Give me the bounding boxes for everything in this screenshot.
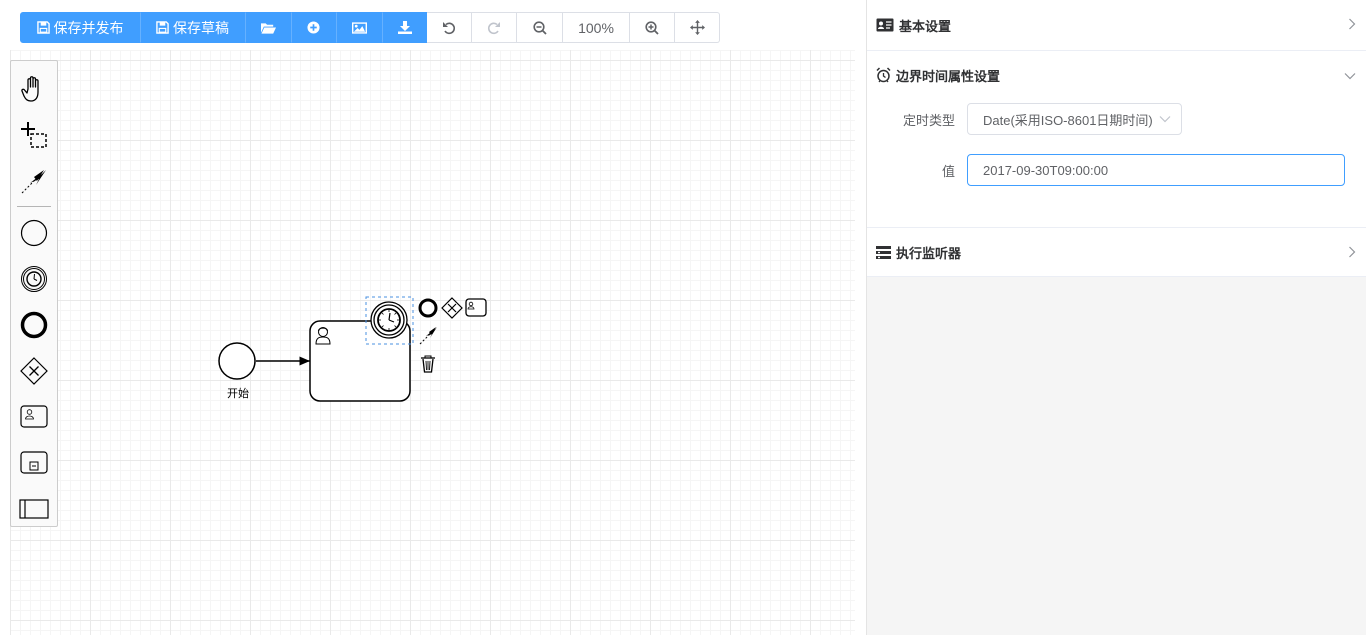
- save-draft-label: 保存草稿: [173, 19, 229, 36]
- create-intermediate-event[interactable]: [11, 259, 57, 299]
- boundary-timer-section: 边界时间属性设置 定时类型 Date(采用ISO-8601日期时间) 值: [867, 51, 1366, 228]
- append-task-icon[interactable]: [465, 298, 487, 317]
- open-file-button[interactable]: [245, 12, 291, 43]
- timer-type-row: 定时类型 Date(采用ISO-8601日期时间): [867, 103, 1366, 135]
- start-event-icon: [20, 219, 48, 247]
- context-pad: [418, 297, 487, 373]
- create-subprocess[interactable]: [11, 443, 57, 483]
- append-end-event-icon[interactable]: [418, 298, 438, 318]
- move-arrows-icon: [689, 20, 705, 35]
- image-icon: [351, 21, 367, 34]
- zoom-out-icon: [532, 20, 547, 35]
- fit-viewport-button[interactable]: [675, 12, 720, 43]
- chevron-down-icon: [1344, 73, 1356, 80]
- execution-listener-section: 执行监听器: [867, 228, 1366, 277]
- user-task-icon: [20, 405, 48, 428]
- redo-icon: [488, 21, 500, 34]
- basic-settings-title: 基本设置: [899, 18, 952, 34]
- download-icon: [397, 21, 412, 34]
- save-publish-button[interactable]: 保存并发布: [20, 12, 140, 43]
- timer-type-select[interactable]: Date(采用ISO-8601日期时间): [967, 103, 1182, 135]
- zoom-in-icon: [645, 20, 659, 35]
- folder-open-icon: [260, 22, 276, 34]
- editor-toolbar: 保存并发布 保存草稿 100%: [20, 12, 720, 43]
- global-connect-tool[interactable]: [11, 161, 57, 201]
- listener-list-icon: [876, 245, 891, 259]
- save-icon: [156, 21, 169, 34]
- start-event[interactable]: [218, 342, 256, 380]
- create-start-event[interactable]: [11, 213, 57, 253]
- boundary-timer-header[interactable]: 边界时间属性设置: [867, 51, 1366, 99]
- delete-icon[interactable]: [421, 355, 435, 373]
- intermediate-timer-event-icon: [21, 266, 47, 292]
- zoom-out-button[interactable]: [517, 12, 563, 43]
- append-gateway-icon[interactable]: [441, 297, 463, 319]
- pool-icon: [19, 499, 49, 519]
- timer-type-label: 定时类型: [902, 112, 955, 128]
- create-exclusive-gateway[interactable]: [11, 351, 57, 391]
- execution-listener-title: 执行监听器: [896, 245, 962, 261]
- timer-value-row: 值: [867, 154, 1366, 186]
- subprocess-icon: [20, 451, 48, 474]
- save-icon: [36, 21, 50, 34]
- chevron-right-icon: [1349, 246, 1356, 258]
- id-card-icon: [876, 18, 894, 32]
- create-new-button[interactable]: [291, 12, 336, 43]
- tool-palette: [10, 60, 58, 527]
- undo-icon: [443, 21, 455, 34]
- download-button[interactable]: [382, 12, 427, 43]
- bpmn-editor: 开始 保存并发布 保存草稿 100%: [0, 0, 866, 635]
- boundary-timer-title: 边界时间属性设置: [896, 68, 1001, 84]
- export-image-button[interactable]: [336, 12, 382, 43]
- zoom-level: 100%: [563, 12, 630, 43]
- lasso-tool[interactable]: [11, 115, 57, 155]
- execution-listener-header[interactable]: 执行监听器: [867, 228, 1366, 276]
- connect-tool-icon[interactable]: [419, 327, 437, 345]
- redo-button[interactable]: [472, 12, 517, 43]
- basic-settings-header[interactable]: 基本设置: [867, 0, 1366, 50]
- create-end-event[interactable]: [11, 305, 57, 345]
- start-event-label: 开始: [227, 388, 249, 400]
- create-pool[interactable]: [11, 489, 57, 529]
- alarm-clock-icon: [876, 67, 891, 83]
- zoom-in-button[interactable]: [630, 12, 675, 43]
- connect-icon: [21, 170, 46, 194]
- chevron-down-icon: [1159, 115, 1171, 123]
- hand-tool[interactable]: [11, 69, 57, 109]
- hand-icon: [21, 76, 39, 102]
- create-user-task[interactable]: [11, 397, 57, 437]
- chevron-right-icon: [1349, 18, 1356, 30]
- save-publish-label: 保存并发布: [53, 19, 124, 36]
- bpmn-diagram: [218, 296, 487, 402]
- plus-circle-icon: [307, 21, 320, 34]
- zoom-level-text: 100%: [578, 19, 614, 36]
- value-label: 值: [941, 163, 955, 179]
- gateway-icon: [20, 357, 48, 385]
- lasso-icon: [21, 122, 47, 148]
- timer-value-input[interactable]: [967, 154, 1345, 186]
- save-draft-button[interactable]: 保存草稿: [140, 12, 245, 43]
- basic-settings-section: 基本设置: [867, 0, 1366, 51]
- timer-type-value: Date(采用ISO-8601日期时间): [983, 112, 1153, 128]
- end-event-icon: [20, 311, 48, 339]
- properties-panel: 基本设置 边界时间属性设置 定时类型 Date(采用ISO-8601日期时间) …: [866, 0, 1366, 635]
- undo-button[interactable]: [427, 12, 472, 43]
- palette-separator: [17, 206, 51, 207]
